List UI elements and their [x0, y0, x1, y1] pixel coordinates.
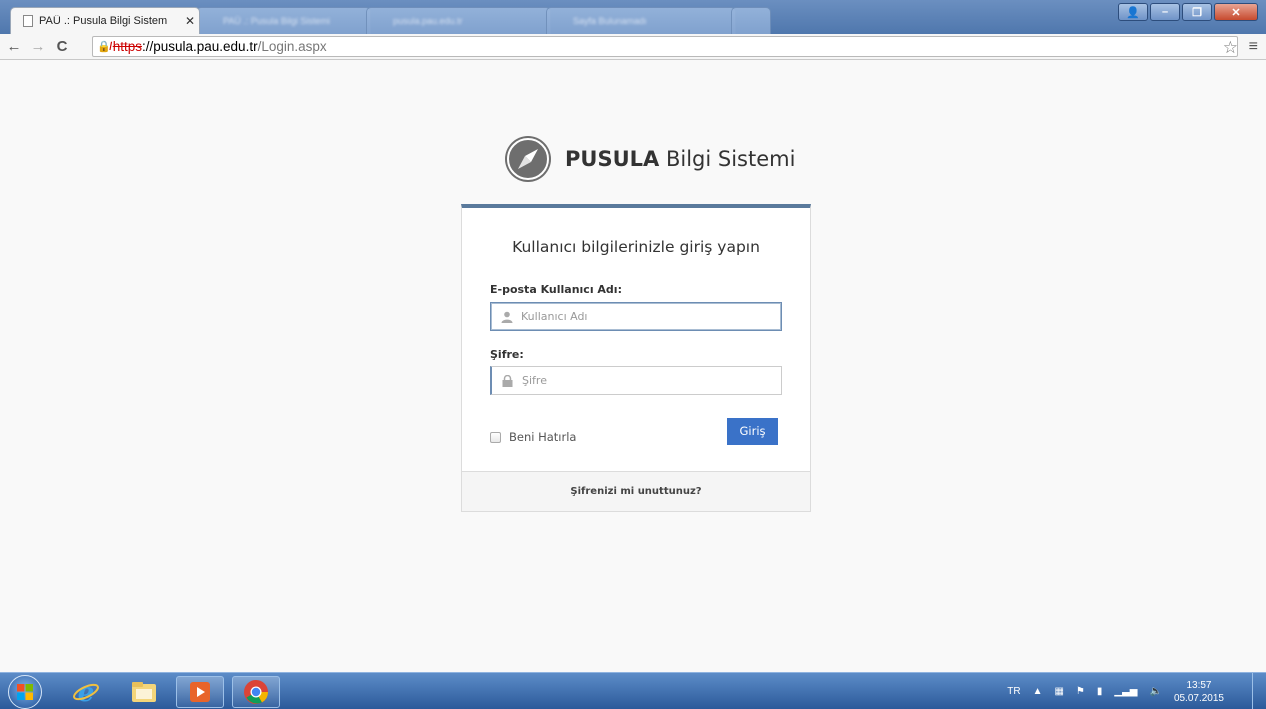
username-placeholder: Kullanıcı Adı	[521, 310, 588, 323]
system-tray: TR ▲ ▦ ⚑ ▮ ▁▃▅ 🔈 13:57 05.07.2015	[1007, 673, 1224, 709]
tab-background-3[interactable]: Sayfa Bulunamadı	[546, 7, 736, 34]
password-input[interactable]: Şifre	[490, 366, 782, 395]
menu-icon[interactable]: ≡	[1249, 38, 1258, 56]
maximize-button[interactable]: ❐	[1182, 3, 1212, 21]
page-icon	[23, 15, 33, 27]
browser-toolbar: ← → C 🔒̸ https ://pusula.pau.edu.tr /Log…	[0, 34, 1266, 60]
clock-time: 13:57	[1186, 679, 1212, 691]
checkbox-box[interactable]	[490, 431, 501, 443]
new-tab-button[interactable]	[731, 7, 771, 34]
tab-title: PAÜ .: Pusula Bilgi Sistemi	[223, 16, 330, 26]
back-arrow-icon[interactable]: ←	[4, 38, 24, 55]
chrome-icon[interactable]	[232, 676, 280, 708]
tray-expand-icon[interactable]: ▲	[1033, 686, 1043, 697]
clock[interactable]: 13:57 05.07.2015	[1174, 679, 1224, 705]
brand-bold: PUSULA	[565, 147, 660, 171]
tab-title: pusula.pau.edu.tr	[393, 16, 463, 26]
login-button[interactable]: Giriş	[727, 418, 778, 445]
start-button[interactable]	[8, 675, 42, 709]
login-heading: Kullanıcı bilgilerinizle giriş yapın	[512, 238, 760, 256]
password-label: Şifre:	[490, 348, 524, 361]
show-desktop-button[interactable]	[1252, 673, 1266, 709]
svg-text:e: e	[78, 678, 95, 706]
bookmark-star-icon[interactable]: ☆	[1223, 38, 1238, 58]
media-player-icon[interactable]	[176, 676, 224, 708]
url-scheme: https	[112, 39, 142, 54]
power-icon[interactable]: ▮	[1097, 686, 1103, 697]
tab-background-1[interactable]: PAÜ .: Pusula Bilgi Sistemi	[196, 7, 371, 34]
reload-icon[interactable]: C	[52, 38, 72, 55]
forgot-password-link[interactable]: Şifrenizi mi unuttunuz?	[462, 471, 810, 511]
tab-title: PAÜ .: Pusula Bilgi Sistem	[39, 15, 168, 27]
tab-close-icon[interactable]: ✕	[185, 14, 195, 28]
address-bar[interactable]: 🔒̸ https ://pusula.pau.edu.tr /Login.asp…	[92, 36, 1238, 57]
action-center-flag-icon[interactable]: ⚑	[1076, 686, 1085, 697]
insecure-lock-icon[interactable]: 🔒̸	[97, 40, 111, 53]
signal-icon[interactable]: ▁▃▅	[1114, 686, 1137, 697]
tab-active[interactable]: PAÜ .: Pusula Bilgi Sistem ✕	[10, 7, 200, 34]
compass-icon	[505, 136, 551, 182]
site-logo: PUSULA Bilgi Sistemi	[505, 136, 795, 182]
internet-explorer-icon[interactable]: e	[62, 676, 110, 708]
remember-me-label: Beni Hatırla	[509, 430, 577, 444]
tab-title: Sayfa Bulunamadı	[573, 16, 647, 26]
windows-taskbar: e TR ▲ ▦ ⚑ ▮ ▁▃▅ 🔈 13:57 05.07.2015	[0, 672, 1266, 709]
tab-background-2[interactable]: pusula.pau.edu.tr	[366, 7, 551, 34]
url-path: /Login.aspx	[257, 39, 327, 54]
close-button[interactable]: ✕	[1214, 3, 1258, 21]
minimize-button[interactable]: –	[1150, 3, 1180, 21]
clock-date: 05.07.2015	[1173, 692, 1224, 704]
language-indicator[interactable]: TR	[1007, 686, 1020, 697]
brand-name: PUSULA Bilgi Sistemi	[565, 147, 795, 171]
brand-rest: Bilgi Sistemi	[665, 147, 796, 171]
username-input[interactable]: Kullanıcı Adı	[490, 302, 782, 331]
username-label: E-posta Kullanıcı Adı:	[490, 283, 622, 296]
password-placeholder: Şifre	[522, 374, 547, 387]
remember-me-checkbox[interactable]: Beni Hatırla	[490, 430, 576, 444]
file-explorer-icon[interactable]	[120, 676, 168, 708]
browser-titlebar: PAÜ .: Pusula Bilgi Sistem ✕ PAÜ .: Pusu…	[0, 0, 1266, 34]
window-controls: 👤 – ❐ ✕	[1118, 3, 1258, 21]
network-icon[interactable]: ▦	[1054, 686, 1063, 697]
lock-icon	[502, 374, 516, 387]
volume-icon[interactable]: 🔈	[1149, 686, 1161, 697]
forward-arrow-icon[interactable]: →	[28, 38, 48, 55]
login-card: Kullanıcı bilgilerinizle giriş yapın E-p…	[461, 204, 811, 512]
user-icon	[501, 311, 515, 323]
url-host: ://pusula.pau.edu.tr	[141, 39, 258, 54]
user-icon[interactable]: 👤	[1118, 3, 1148, 21]
